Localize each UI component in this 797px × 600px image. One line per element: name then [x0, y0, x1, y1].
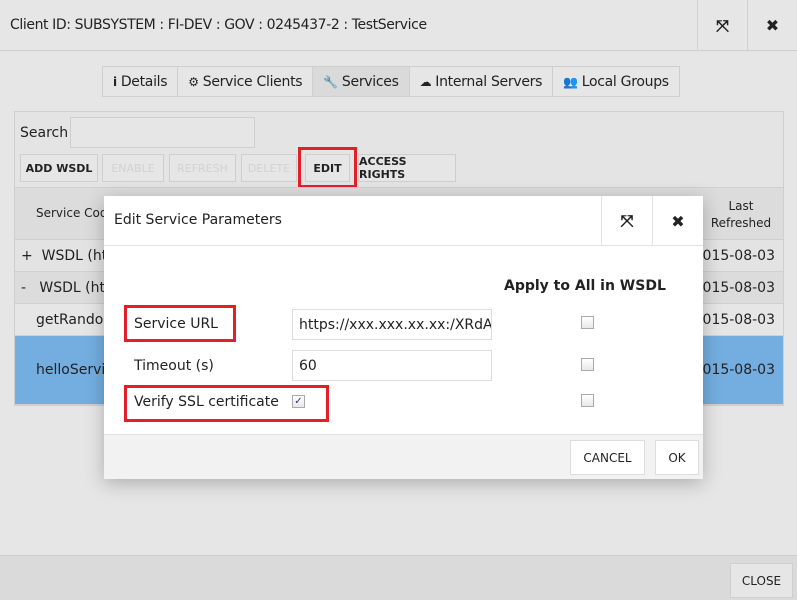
- apply-url-checkbox[interactable]: [581, 316, 594, 329]
- service-url-input[interactable]: https://xxx.xxx.xx.xx:/XRdA: [292, 309, 492, 340]
- tab-local-groups[interactable]: 👥 Local Groups: [553, 67, 679, 96]
- verify-ssl-highlight: [124, 385, 329, 422]
- row-name: helloServi: [36, 362, 106, 378]
- modal-header: Edit Service Parameters ⤧ ✖: [104, 196, 703, 246]
- modal-close-button[interactable]: ✖: [652, 196, 703, 246]
- collapse-toggle[interactable]: -: [21, 280, 26, 296]
- tab-details[interactable]: i Details: [103, 67, 179, 96]
- row-name: WSDL (htt: [41, 248, 113, 264]
- close-icon: ✖: [765, 16, 780, 35]
- tab-label: Internal Servers: [435, 73, 543, 90]
- access-rights-button[interactable]: ACCESS RIGHTS: [358, 154, 456, 182]
- row-refreshed: 015-08-03: [702, 280, 775, 296]
- tab-services[interactable]: 🔧 Services: [313, 67, 410, 96]
- wrench-icon: 🔧: [323, 74, 338, 89]
- apply-all-header: Apply to All in WSDL: [504, 278, 666, 294]
- tab-label: Service Clients: [202, 73, 303, 90]
- tab-label: Local Groups: [581, 73, 669, 90]
- tab-label: Services: [341, 73, 399, 90]
- row-name: WSDL (htt: [39, 280, 111, 296]
- dialog-header: Client ID: SUBSYSTEM : FI-DEV : GOV : 02…: [0, 0, 797, 51]
- edit-highlight: [298, 147, 357, 188]
- close-dialog-button[interactable]: ✖: [747, 0, 797, 51]
- edit-service-parameters-modal: Edit Service Parameters ⤧ ✖ Apply to All…: [104, 196, 703, 479]
- dialog-footer: CLOSE: [0, 555, 797, 600]
- search-input[interactable]: [70, 117, 255, 148]
- expand-icon: ⤧: [620, 211, 634, 230]
- close-icon: ✖: [671, 211, 685, 231]
- apply-timeout-checkbox[interactable]: [581, 358, 594, 371]
- expand-icon: ⤧: [716, 15, 729, 35]
- row-name: getRandor: [36, 312, 110, 328]
- timeout-label: Timeout (s): [134, 358, 214, 374]
- title-label: Client ID:: [10, 17, 71, 33]
- dialog-title: Client ID: SUBSYSTEM : FI-DEV : GOV : 02…: [10, 17, 427, 33]
- expand-toggle[interactable]: +: [21, 248, 33, 264]
- info-icon: i: [113, 74, 117, 89]
- cloud-icon: ☁: [419, 74, 432, 89]
- tab-internal-servers[interactable]: ☁ Internal Servers: [410, 67, 554, 96]
- row-refreshed: 015-08-03: [702, 312, 775, 328]
- modal-title: Edit Service Parameters: [114, 212, 282, 228]
- col-last-refreshed[interactable]: Last Refreshed: [706, 198, 776, 232]
- search-label: Search: [20, 125, 69, 141]
- apply-ssl-checkbox[interactable]: [581, 394, 594, 407]
- tab-service-clients[interactable]: ⚙ Service Clients: [178, 67, 314, 96]
- cancel-button[interactable]: CANCEL: [570, 440, 645, 475]
- timeout-input[interactable]: 60: [292, 350, 492, 381]
- title-value: SUBSYSTEM : FI-DEV : GOV : 0245437-2 : T…: [70, 17, 427, 33]
- modal-maximize-button[interactable]: ⤧: [601, 196, 652, 246]
- modal-footer: CANCEL OK: [104, 434, 703, 479]
- add-wsdl-button[interactable]: ADD WSDL: [20, 154, 98, 182]
- service-url-highlight: [124, 305, 236, 342]
- close-button[interactable]: CLOSE: [730, 563, 793, 598]
- gears-icon: ⚙: [188, 74, 199, 89]
- tab-bar: i Details ⚙ Service Clients 🔧 Services ☁ Int…: [102, 66, 680, 97]
- maximize-button[interactable]: ⤧: [697, 0, 747, 51]
- row-refreshed: 015-08-03: [702, 248, 775, 264]
- users-icon: 👥: [563, 74, 578, 89]
- refresh-button[interactable]: REFRESH: [169, 154, 236, 182]
- delete-button[interactable]: DELETE: [241, 154, 297, 182]
- tab-label: Details: [120, 73, 168, 90]
- row-refreshed: 015-08-03: [702, 362, 775, 378]
- enable-button[interactable]: ENABLE: [102, 154, 164, 182]
- ok-button[interactable]: OK: [655, 440, 699, 475]
